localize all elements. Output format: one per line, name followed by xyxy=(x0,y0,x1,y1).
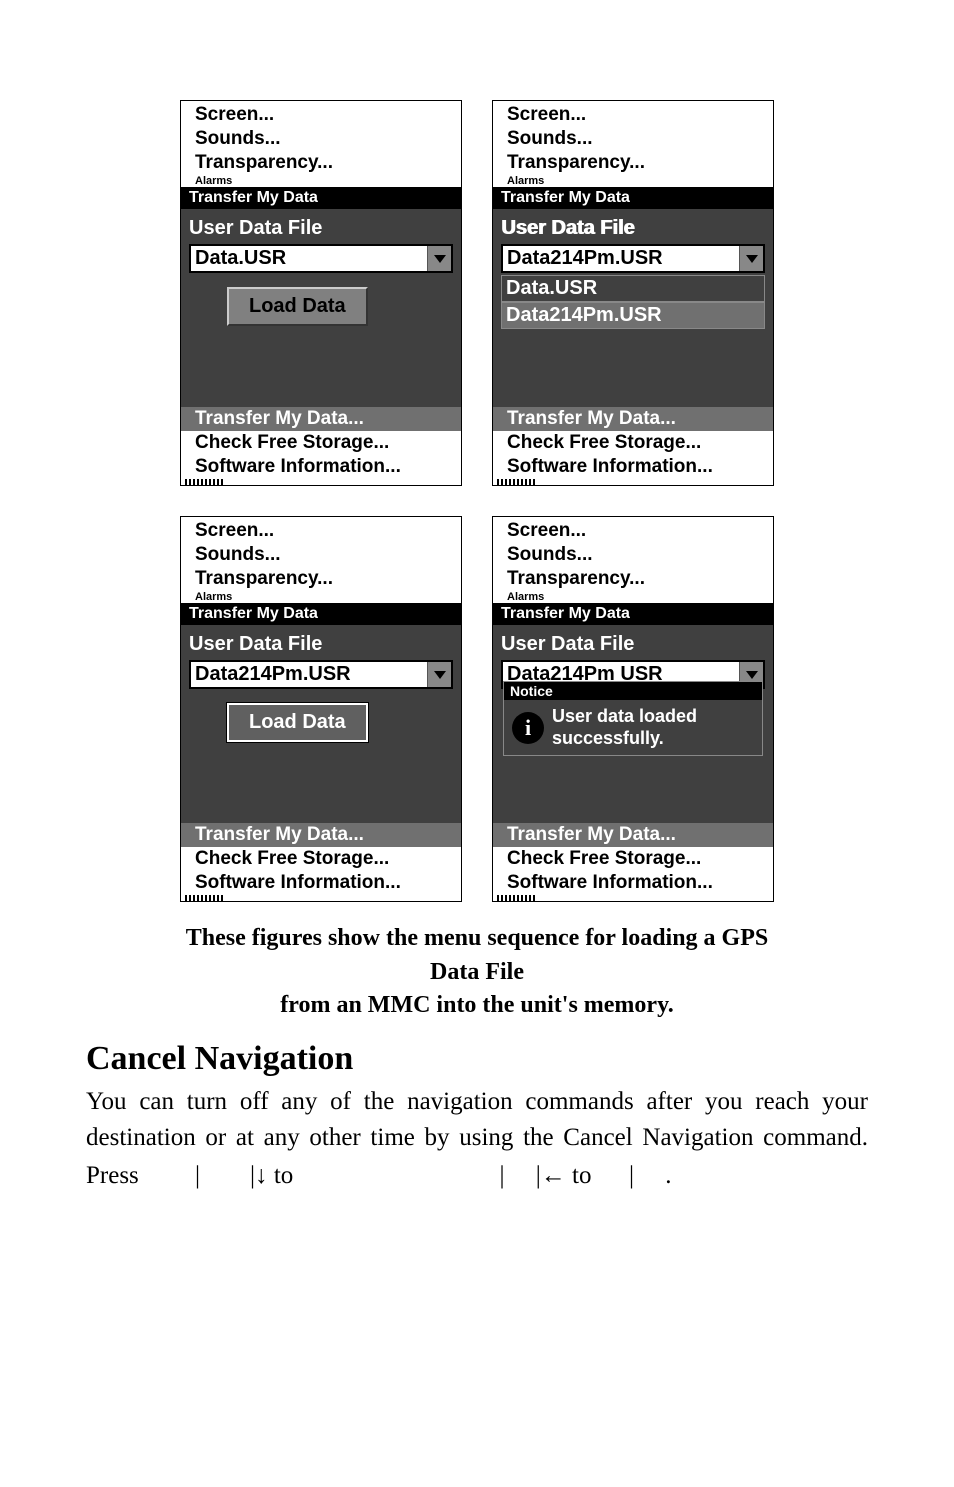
menu-item[interactable]: Screen... xyxy=(181,103,461,127)
scroll-indicator xyxy=(497,895,537,901)
info-icon: i xyxy=(512,712,544,744)
field-label: User Data File xyxy=(189,215,453,242)
dropdown-options: Data.USR Data214Pm.USR xyxy=(501,275,765,329)
panel-4: Screen... Sounds... Transparency... Alar… xyxy=(492,516,774,902)
figure-caption: These figures show the menu sequence for… xyxy=(180,922,774,1023)
menu-item[interactable]: Software Information... xyxy=(181,455,461,479)
notice-title: Notice xyxy=(504,682,762,700)
menu-item[interactable]: Transparency... xyxy=(493,567,773,591)
chevron-down-icon[interactable] xyxy=(427,662,451,687)
top-menu: Screen... Sounds... Transparency... Alar… xyxy=(181,517,461,603)
menu-item-selected[interactable]: Transfer My Data... xyxy=(493,407,773,431)
panel-3: Screen... Sounds... Transparency... Alar… xyxy=(180,516,462,902)
menu-item[interactable]: Check Free Storage... xyxy=(181,431,461,455)
dropdown-option[interactable]: Data.USR xyxy=(501,275,765,302)
menu-item[interactable]: Transparency... xyxy=(181,567,461,591)
menu-item-cut: Alarms xyxy=(181,175,461,185)
figure-area: Screen... Sounds... Transparency... Alar… xyxy=(180,100,774,1023)
load-data-button[interactable]: Load Data xyxy=(227,287,368,326)
field-label: User Data File xyxy=(501,215,765,242)
menu-item[interactable]: Sounds... xyxy=(181,543,461,567)
field-label: User Data File xyxy=(501,631,765,658)
scroll-indicator xyxy=(497,479,537,485)
dropdown-value: Data.USR xyxy=(191,246,427,271)
field-label: User Data File xyxy=(189,631,453,658)
dialog-body: User Data File Data214Pm.USR Load Data xyxy=(181,625,461,823)
file-dropdown[interactable]: Data.USR xyxy=(189,244,453,273)
menu-item[interactable]: Software Information... xyxy=(181,871,461,895)
load-data-button-active[interactable]: Load Data xyxy=(227,703,368,742)
dialog-title: Transfer My Data xyxy=(493,603,773,625)
notice-body: i User data loaded successfully. xyxy=(504,700,762,755)
menu-item[interactable]: Sounds... xyxy=(493,543,773,567)
notice-text: User data loaded successfully. xyxy=(552,706,697,749)
menu-item[interactable]: Transparency... xyxy=(493,151,773,175)
chevron-down-icon[interactable] xyxy=(427,246,451,271)
menu-item[interactable]: Screen... xyxy=(181,519,461,543)
menu-item[interactable]: Sounds... xyxy=(493,127,773,151)
menu-item-cut: Alarms xyxy=(493,175,773,185)
dialog-body: User Data File Data.USR Load Data xyxy=(181,209,461,407)
chevron-down-icon[interactable] xyxy=(739,246,763,271)
bottom-menu: Transfer My Data... Check Free Storage..… xyxy=(493,823,773,895)
scroll-indicator xyxy=(185,479,225,485)
menu-item[interactable]: Check Free Storage... xyxy=(493,847,773,871)
bottom-menu: Transfer My Data... Check Free Storage..… xyxy=(493,407,773,479)
menu-item-selected[interactable]: Transfer My Data... xyxy=(181,823,461,847)
dropdown-option-selected[interactable]: Data214Pm.USR xyxy=(501,302,765,329)
menu-item-selected[interactable]: Transfer My Data... xyxy=(493,823,773,847)
menu-item[interactable]: Software Information... xyxy=(493,455,773,479)
top-menu: Screen... Sounds... Transparency... Alar… xyxy=(181,101,461,187)
scroll-indicator xyxy=(185,895,225,901)
menu-item[interactable]: Transparency... xyxy=(181,151,461,175)
dialog-title: Transfer My Data xyxy=(181,603,461,625)
panel-2: Screen... Sounds... Transparency... Alar… xyxy=(492,100,774,486)
figure-row-2: Screen... Sounds... Transparency... Alar… xyxy=(180,516,774,902)
figure-row-1: Screen... Sounds... Transparency... Alar… xyxy=(180,100,774,486)
menu-item[interactable]: Screen... xyxy=(493,103,773,127)
dialog-body: User Data File Data214Pm.USR Data.USR Da… xyxy=(493,209,773,407)
menu-item[interactable]: Check Free Storage... xyxy=(181,847,461,871)
dropdown-value: Data214Pm.USR xyxy=(503,246,739,271)
bottom-menu: Transfer My Data... Check Free Storage..… xyxy=(181,823,461,895)
file-dropdown[interactable]: Data214Pm.USR xyxy=(501,244,765,273)
menu-item-selected[interactable]: Transfer My Data... xyxy=(181,407,461,431)
file-dropdown[interactable]: Data214Pm.USR xyxy=(189,660,453,689)
menu-item[interactable]: Software Information... xyxy=(493,871,773,895)
menu-item[interactable]: Screen... xyxy=(493,519,773,543)
menu-item[interactable]: Sounds... xyxy=(181,127,461,151)
body-paragraph: You can turn off any of the navigation c… xyxy=(86,1084,868,1194)
down-arrow-icon: ↓ xyxy=(255,1161,268,1189)
top-menu: Screen... Sounds... Transparency... Alar… xyxy=(493,517,773,603)
dropdown-value: Data214Pm.USR xyxy=(191,662,427,687)
left-arrow-icon: ← xyxy=(541,1161,566,1189)
panel-1: Screen... Sounds... Transparency... Alar… xyxy=(180,100,462,486)
dialog-body: User Data File Data214Pm USR Notice i Us… xyxy=(493,625,773,823)
top-menu: Screen... Sounds... Transparency... Alar… xyxy=(493,101,773,187)
menu-item[interactable]: Check Free Storage... xyxy=(493,431,773,455)
menu-item-cut: Alarms xyxy=(181,591,461,601)
dialog-title: Transfer My Data xyxy=(181,187,461,209)
notice-dialog: Notice i User data loaded successfully. xyxy=(503,681,763,756)
dialog-title: Transfer My Data xyxy=(493,187,773,209)
menu-item-cut: Alarms xyxy=(493,591,773,601)
section-heading: Cancel Navigation xyxy=(86,1040,353,1078)
bottom-menu: Transfer My Data... Check Free Storage..… xyxy=(181,407,461,479)
